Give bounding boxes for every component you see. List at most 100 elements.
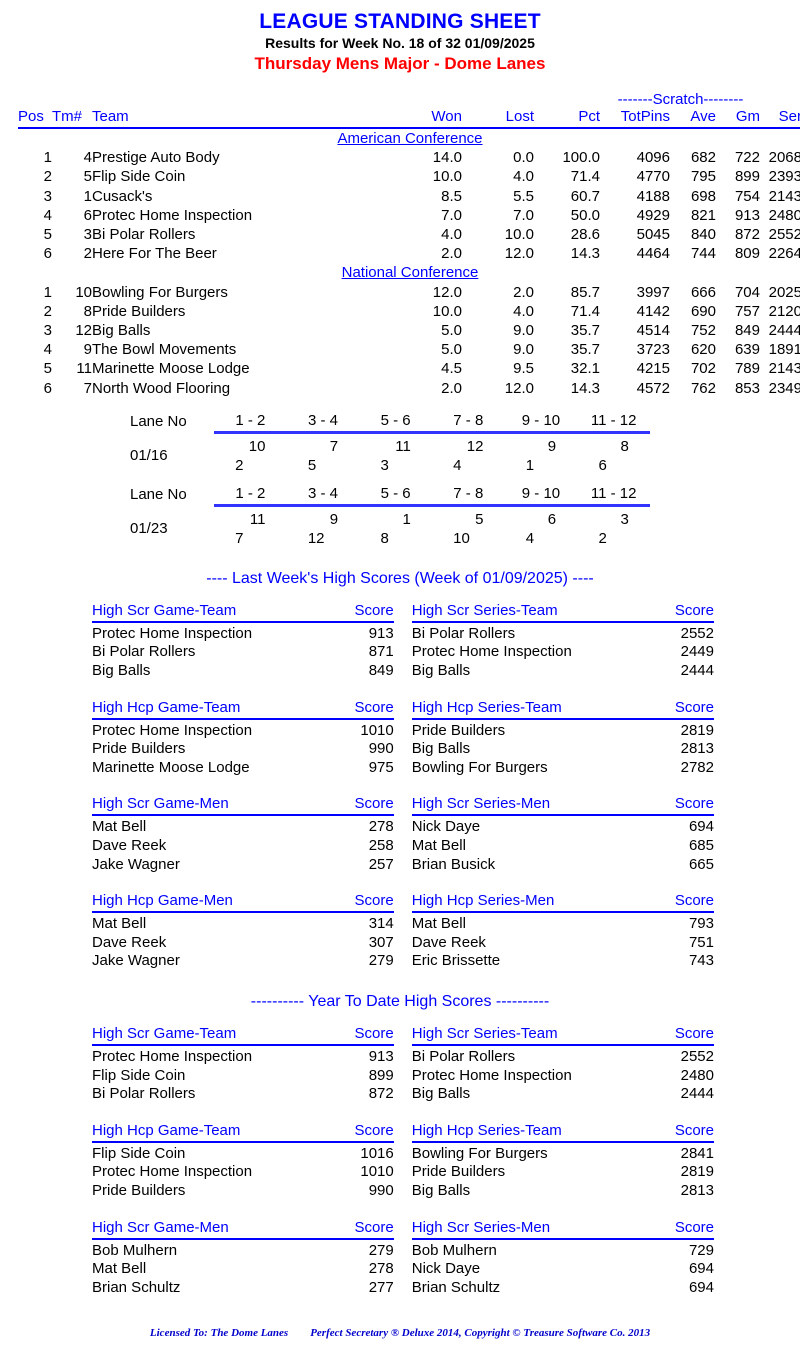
high-score-table: High Scr Game-Team Score Protec Home Inspe…	[92, 1024, 394, 1104]
lane-team-left: 5	[475, 510, 484, 528]
lane-pair-header: 5 - 6	[359, 411, 432, 434]
team-won: 5.0	[441, 341, 462, 359]
high-score-category-title: High Hcp Game-Team	[92, 698, 322, 720]
standings-row: 3 12 Big Balls 5.0 9.0 35.7 4514 752 849 2444	[18, 321, 800, 340]
high-score-header-row: High Scr Game-Men Score	[92, 795, 394, 817]
high-score-entry-name: Big Balls	[411, 1085, 471, 1103]
col-header-gm: Gm	[716, 108, 760, 129]
team-totpins: 4929	[636, 206, 670, 224]
high-score-entry-name: Mat Bell	[92, 818, 147, 836]
high-score-entry-score: 913	[368, 1047, 394, 1065]
team-totpins: 4572	[636, 379, 670, 397]
high-score-entry-score: 990	[368, 740, 394, 758]
high-score-entry-score: 2819	[680, 1163, 714, 1181]
high-score-score-header: Score	[321, 892, 394, 914]
conference-title-row: National Conference	[18, 263, 800, 282]
lane-team-right: 8	[380, 529, 389, 547]
team-pct: 35.7	[570, 322, 600, 340]
high-score-table: High Scr Series-Team Score Bi Polar Roller…	[411, 601, 714, 681]
team-scratch-series: 2393	[768, 168, 800, 186]
high-score-entry-name: Bob Mulhern	[92, 1241, 178, 1259]
team-pct: 100.0	[562, 149, 600, 167]
high-score-table: High Scr Series-Team Score Bi Polar Roller…	[411, 1024, 714, 1104]
team-totpins: 4215	[636, 360, 670, 378]
lane-matchup-cell: 11 7	[214, 505, 287, 548]
high-score-category-title: High Scr Series-Team	[411, 601, 642, 623]
high-score-score-header: Score	[642, 698, 714, 720]
team-pct: 35.7	[570, 341, 600, 359]
team-position: 5	[43, 360, 52, 378]
team-name: Cusack's	[92, 187, 153, 205]
team-ave: 666	[690, 283, 716, 301]
high-score-row: Eric Brissette 743	[412, 952, 714, 971]
team-won: 14.0	[432, 149, 462, 167]
conference-name: American Conference	[337, 130, 483, 147]
col-header-lost: Lost	[462, 108, 534, 129]
high-score-row: Dave Reek 751	[412, 934, 714, 953]
high-score-header-row: High Scr Series-Team Score	[411, 1024, 714, 1046]
lane-team-left: 3	[620, 510, 629, 528]
high-score-entry-score: 849	[368, 662, 394, 680]
high-score-entry-score: 278	[368, 818, 394, 836]
high-score-table: High Scr Game-Team Score Protec Home Inspe…	[92, 601, 394, 681]
team-ave: 840	[690, 226, 716, 244]
scratch-label: -------Scratch--------	[617, 91, 744, 108]
high-score-entry-name: Brian Schultz	[92, 1278, 181, 1296]
high-score-row: Mat Bell 278	[92, 1260, 394, 1279]
lane-team-right: 6	[598, 456, 607, 474]
high-score-header-row: High Hcp Game-Team Score	[92, 1121, 394, 1143]
lane-team-right: 4	[453, 456, 462, 474]
high-score-row: Jake Wagner 257	[92, 856, 394, 875]
team-number: 12	[75, 322, 92, 340]
lane-header-row: Lane No 1 - 23 - 45 - 67 - 89 - 10 11 - 12	[130, 484, 650, 507]
high-score-entry-name: Protec Home Inspection	[92, 1163, 253, 1181]
lane-team-left: 6	[547, 510, 557, 528]
team-totpins: 3723	[636, 341, 670, 359]
lane-team-left: 9	[547, 437, 557, 455]
high-score-row: Big Balls 2813	[412, 1182, 714, 1201]
high-score-score-header: Score	[321, 1024, 394, 1046]
team-scratch-series: 1891	[768, 341, 800, 359]
high-score-entry-name: Protec Home Inspection	[411, 643, 572, 661]
league-name-title: Thursday Mens Major - Dome Lanes	[254, 54, 546, 73]
high-score-score-header: Score	[321, 1121, 394, 1143]
high-score-row: Bi Polar Rollers 2552	[412, 622, 714, 644]
high-score-category-title: High Scr Game-Men	[92, 1218, 322, 1240]
high-score-entry-score: 2813	[680, 1181, 714, 1199]
team-scratch-game: 704	[734, 283, 760, 301]
high-score-score-header: Score	[642, 795, 714, 817]
lane-no-label: Lane No	[130, 412, 187, 430]
lane-matchup-cell: 912	[287, 505, 360, 548]
high-score-row: Bowling For Burgers 2782	[412, 759, 714, 778]
team-pct: 50.0	[570, 206, 600, 224]
lane-team-right: 3	[380, 456, 389, 474]
col-header-ser: Ser	[760, 108, 800, 129]
high-score-entry-score: 2841	[680, 1144, 714, 1162]
high-score-entry-name: Marinette Moose Lodge	[92, 758, 250, 776]
team-ave: 690	[690, 302, 716, 320]
high-score-entry-name: Pride Builders	[92, 740, 186, 758]
high-score-group: High Hcp Game-Team Score Protec Home Inspe…	[92, 698, 714, 778]
last-week-section-title: ---- Last Week's High Scores (Week of 01…	[206, 569, 594, 587]
lane-pair-header: 1 - 2	[214, 484, 287, 507]
high-score-score-header: Score	[321, 1218, 394, 1240]
high-score-row: Bi Polar Rollers 2552	[412, 1045, 714, 1067]
team-totpins: 4464	[636, 245, 670, 263]
high-score-entry-name: Protec Home Inspection	[92, 721, 253, 739]
high-score-entry-name: Big Balls	[92, 662, 151, 680]
high-score-category-title: High Scr Game-Men	[92, 795, 322, 817]
high-score-entry-score: 258	[368, 837, 394, 854]
high-score-entry-name: Pride Builders	[411, 721, 506, 739]
lane-pair-header: 7 - 8	[431, 484, 505, 507]
lane-team-right: 2	[598, 529, 607, 547]
high-score-entry-score: 694	[688, 818, 714, 836]
team-won: 5.0	[441, 322, 462, 340]
lane-team-left: 1	[402, 510, 411, 528]
team-name: Pride Builders	[92, 302, 186, 320]
col-header-ave: Ave	[670, 108, 716, 129]
high-score-entry-score: 307	[368, 933, 394, 951]
high-score-score-header: Score	[642, 1024, 714, 1046]
high-score-group: High Scr Game-Men Score Bob Mulhern 279 Mat …	[92, 1218, 714, 1298]
team-scratch-game: 913	[734, 206, 760, 224]
high-score-entry-name: Nick Daye	[411, 1260, 481, 1278]
